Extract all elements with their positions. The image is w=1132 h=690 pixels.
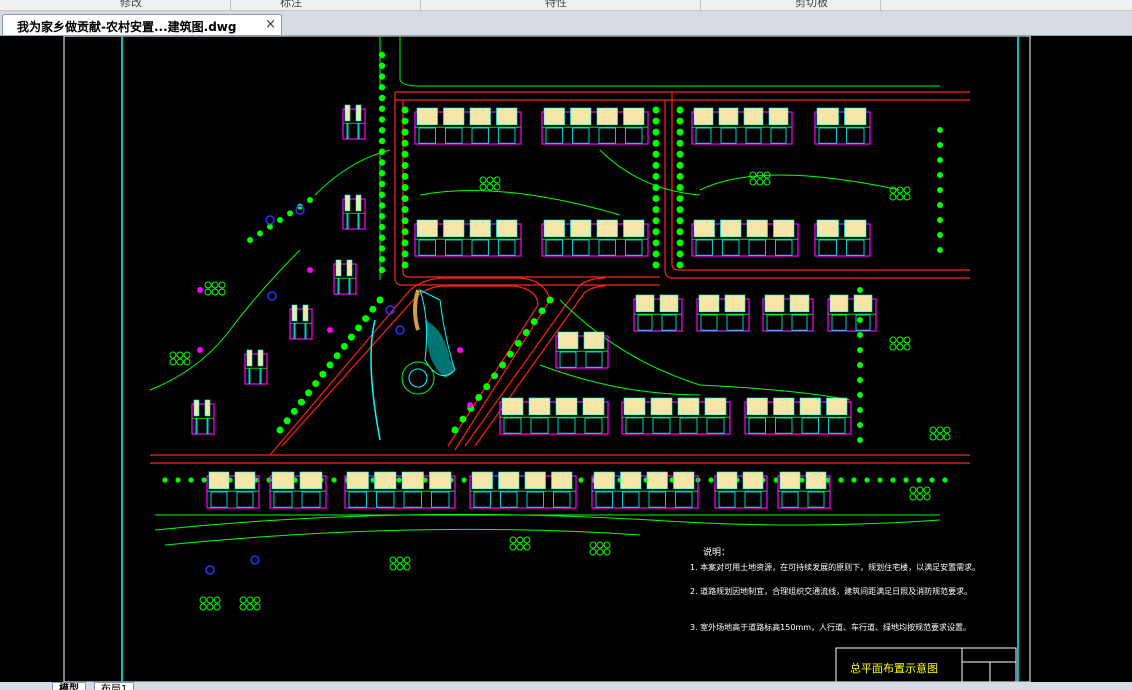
drawing-canvas[interactable]: 说明： 1. 本案对可用土地资源，在可持续发展的原则下，规划住宅楼，以满足安置需… [0,36,1132,682]
note-item: 1. 本案对可用土地资源，在可持续发展的原则下，规划住宅楼，以满足安置需求。 [690,562,980,572]
ribbon-separator [230,0,231,10]
ribbon-panel-annotate[interactable]: 标注 [280,0,302,10]
model-space-background [0,36,1132,682]
ribbon-separator [700,0,701,10]
ribbon-panel-clipboard[interactable]: 剪切板 [795,0,828,10]
drawing-title: 总平面布置示意图 [850,661,938,675]
ribbon-panel-properties[interactable]: 特性 [545,0,567,10]
ribbon-panel-modify[interactable]: 修改 [120,0,142,10]
ribbon-panel-titles: 修改 标注 特性 剪切板 [0,0,1132,11]
ribbon-separator [420,0,421,10]
notes-heading: 说明： [703,546,730,558]
note-item: 3. 室外场地高于道路标高150mm，人行道、车行道、绿地均按规范要求设置。 [690,622,971,632]
document-tab-bar: 我为家乡做贡献-农村安置...建筑图.dwg × [0,11,1132,36]
tab-layout1[interactable]: 布局1 [94,682,135,690]
tab-model[interactable]: 模型 [52,682,86,690]
note-item: 2. 道路规划因地制宜，合理组织交通流线，建筑间距满足日照及消防规范要求。 [690,586,972,596]
document-tab-title: 我为家乡做贡献-农村安置...建筑图.dwg [17,20,237,34]
ribbon-separator [880,0,881,10]
document-tab[interactable]: 我为家乡做贡献-农村安置...建筑图.dwg × [2,14,282,35]
layout-tab-bar: 模型 布局1 [0,682,1132,690]
close-icon[interactable]: × [265,17,276,32]
